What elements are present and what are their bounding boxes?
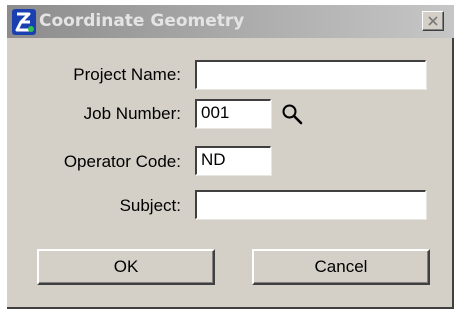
bentley-b-icon [11, 8, 37, 36]
title-bar[interactable]: Coordinate Geometry [7, 5, 454, 38]
close-button[interactable] [422, 11, 444, 31]
job-number-input[interactable]: 001 [195, 99, 271, 128]
job-number-label: Job Number: [83, 104, 181, 123]
operator-code-input[interactable]: ND [195, 146, 271, 175]
subject-input[interactable] [195, 190, 426, 219]
cancel-button[interactable]: Cancel [252, 249, 430, 285]
search-icon[interactable] [281, 103, 303, 125]
ok-button[interactable]: OK [37, 249, 215, 285]
window-title: Coordinate Geometry [39, 11, 245, 31]
project-name-input[interactable] [195, 60, 426, 89]
project-name-label: Project Name: [73, 65, 181, 84]
operator-code-label: Operator Code: [63, 152, 181, 171]
close-icon [428, 16, 438, 26]
subject-label: Subject: [119, 196, 181, 215]
coordinate-geometry-dialog: Coordinate Geometry Project Name: Job Nu… [7, 5, 454, 309]
